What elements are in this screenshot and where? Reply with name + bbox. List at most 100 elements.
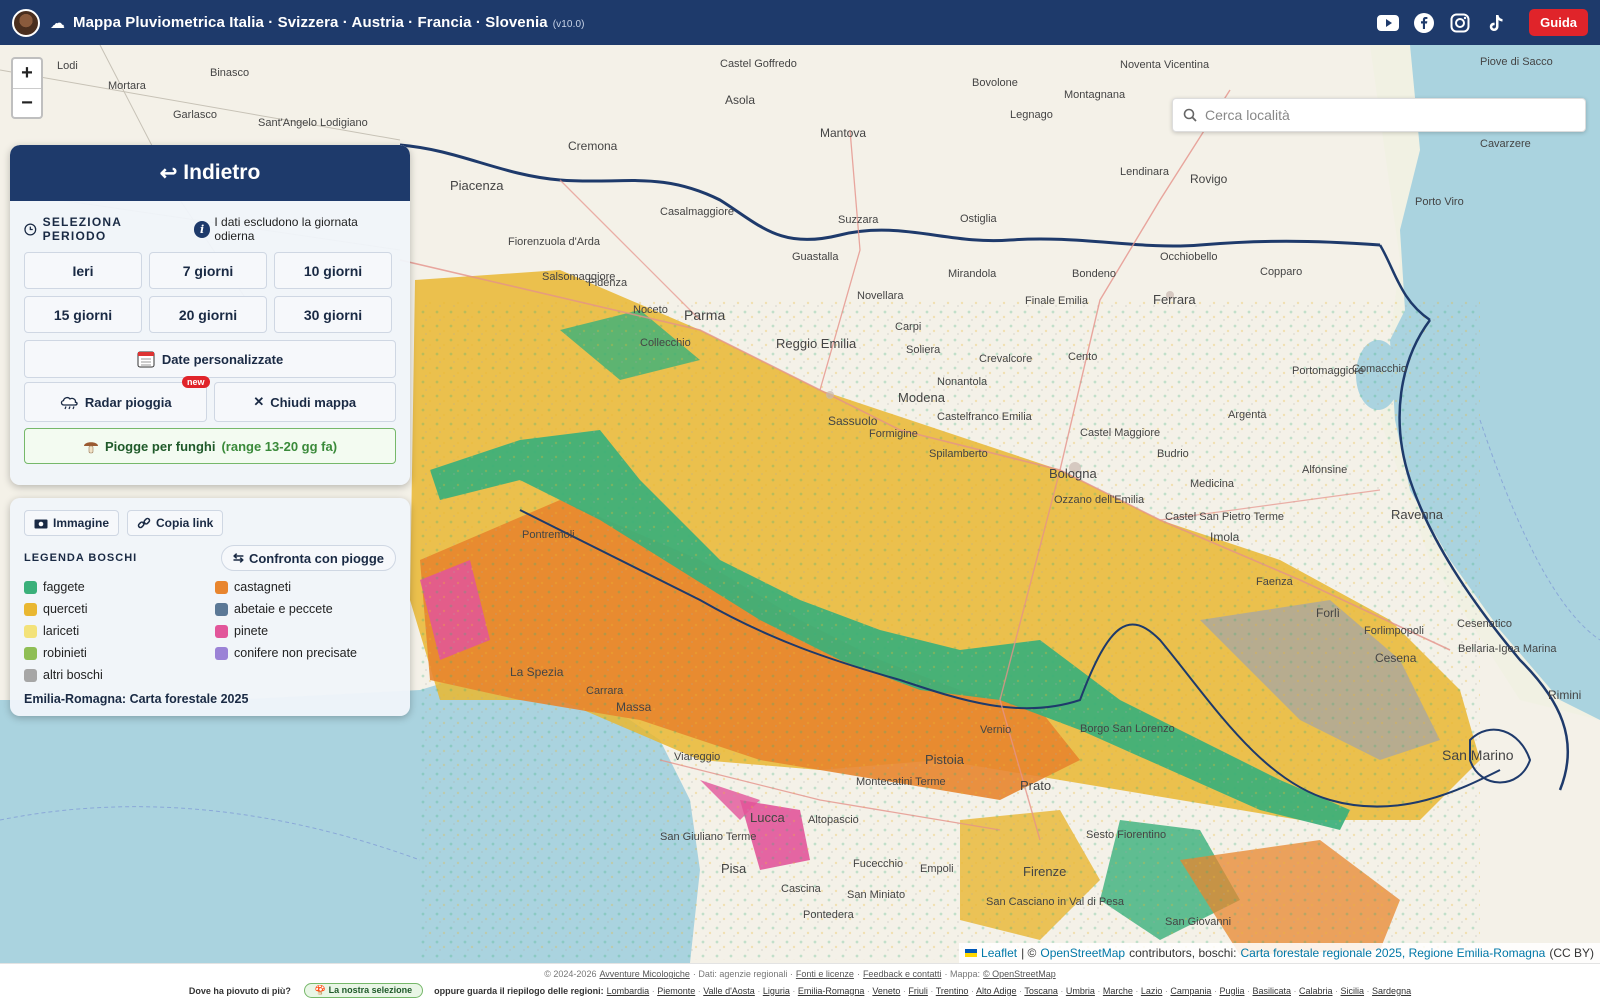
place-label: Reggio Emilia — [776, 336, 857, 351]
separator: · — [789, 985, 798, 996]
mushroom-icon — [83, 442, 98, 454]
region-link[interactable]: Veneto — [872, 986, 900, 996]
osm-footer-link[interactable]: © OpenStreetMap — [983, 969, 1056, 979]
region-link[interactable]: Valle d'Aosta — [703, 986, 755, 996]
period-button-30[interactable]: 30 giorni — [274, 296, 392, 333]
city-marker — [826, 391, 834, 399]
place-label: Cavarzere — [1480, 138, 1531, 150]
period-button-20[interactable]: 20 giorni — [149, 296, 267, 333]
place-label: Alfonsine — [1302, 464, 1347, 476]
calendar-icon — [137, 351, 155, 368]
place-label: Empoli — [920, 863, 954, 875]
period-buttons: Ieri 7 giorni 10 giorni 15 giorni 20 gio… — [10, 252, 410, 333]
region-link[interactable]: Marche — [1103, 986, 1133, 996]
region-link[interactable]: Lombardia — [607, 986, 650, 996]
compare-rain-button[interactable]: ⇆ Confronta con piogge — [221, 545, 396, 571]
search-icon — [1183, 108, 1197, 122]
mushroom-rain-button[interactable]: Piogge per funghi (range 13-20 gg fa) — [24, 428, 396, 464]
avatar[interactable] — [12, 8, 40, 37]
guide-button[interactable]: Guida — [1529, 9, 1588, 36]
place-label: Spilamberto — [929, 448, 988, 460]
place-label: Massa — [616, 700, 652, 714]
youtube-icon[interactable] — [1377, 12, 1400, 34]
place-label: Copparo — [1260, 266, 1302, 278]
zoom-in-button[interactable]: + — [13, 59, 41, 88]
place-label: Altopascio — [808, 814, 859, 826]
place-label: Nonantola — [937, 376, 988, 388]
copy-link-button[interactable]: Copia link — [127, 510, 224, 536]
zoom-out-button[interactable]: − — [13, 88, 41, 117]
separator: · — [1291, 985, 1299, 996]
legend-swatch — [215, 602, 228, 616]
action-row: Radar pioggia new ✕ Chiudi mappa — [24, 376, 396, 422]
place-label: Viareggio — [674, 751, 720, 763]
region-link[interactable]: Sardegna — [1372, 986, 1411, 996]
place-label: Ferrara — [1153, 292, 1196, 307]
back-button[interactable]: ↩ Indietro — [10, 145, 410, 201]
period-button-ieri[interactable]: Ieri — [24, 252, 142, 289]
place-label: Ostiglia — [960, 213, 998, 225]
tiktok-icon[interactable] — [1485, 12, 1507, 34]
osm-link[interactable]: OpenStreetMap — [1040, 946, 1125, 960]
clock-icon — [24, 223, 37, 235]
period-button-10[interactable]: 10 giorni — [274, 252, 392, 289]
search-input[interactable] — [1205, 107, 1565, 123]
period-button-15[interactable]: 15 giorni — [24, 296, 142, 333]
region-link[interactable]: Liguria — [763, 986, 790, 996]
rain-radar-button[interactable]: Radar pioggia new — [24, 376, 210, 422]
region-link[interactable]: Piemonte — [657, 986, 695, 996]
leaflet-link[interactable]: Leaflet — [981, 946, 1017, 960]
legend-panel: Immagine Copia link LEGENDA BOSCHI ⇆ Con… — [10, 498, 410, 716]
region-link[interactable]: Toscana — [1024, 986, 1058, 996]
info-icon[interactable]: i — [193, 220, 211, 238]
place-label: Ravenna — [1391, 507, 1444, 522]
legend-item: robinieti — [24, 645, 215, 661]
region-link[interactable]: Campania — [1170, 986, 1211, 996]
feedback-link[interactable]: Feedback e contatti — [863, 969, 942, 979]
period-title: SELEZIONA PERIODO — [42, 215, 122, 243]
region-link[interactable]: Sicilia — [1341, 986, 1365, 996]
legend-item: abetaie e peccete — [215, 601, 406, 617]
place-label: Salsomaggiore — [542, 271, 615, 283]
fonti-link[interactable]: Fonti e licenze — [796, 969, 854, 979]
place-label: Formigine — [869, 428, 918, 440]
period-panel: ↩ Indietro SELEZIONA PERIODO i I dati es… — [10, 145, 410, 485]
site-link[interactable]: Avventure Micologiche — [599, 969, 689, 979]
place-label: Montagnana — [1064, 89, 1126, 101]
image-button[interactable]: Immagine — [24, 510, 120, 536]
place-label: Parma — [684, 307, 725, 323]
instagram-icon[interactable] — [1449, 12, 1471, 34]
custom-dates-button[interactable]: Date personalizzate — [24, 340, 396, 378]
period-button-7[interactable]: 7 giorni — [149, 252, 267, 289]
separator: · — [927, 985, 936, 996]
place-label: Carrara — [586, 685, 624, 697]
top-right-actions: Guida — [1377, 9, 1588, 36]
legend-swatch — [215, 646, 228, 660]
legend-item: querceti — [24, 601, 215, 617]
legend-swatch — [24, 602, 37, 616]
close-map-button[interactable]: ✕ Chiudi mappa — [213, 382, 396, 422]
carta-forestale-link[interactable]: Carta forestale regionale 2025, Regione … — [1240, 946, 1545, 960]
legend-title: LEGENDA BOSCHI — [24, 552, 138, 564]
region-link[interactable]: Emilia-Romagna — [798, 986, 865, 996]
region-link[interactable]: Trentino — [936, 986, 969, 996]
region-link[interactable]: Lazio — [1141, 986, 1163, 996]
place-label: Argenta — [1228, 409, 1267, 421]
our-selection-button[interactable]: 🍄 La nostra selezione — [303, 983, 424, 998]
place-label: Piove di Sacco — [1480, 56, 1553, 68]
region-link[interactable]: Alto Adige — [976, 986, 1017, 996]
place-label: Legnago — [1010, 109, 1053, 121]
legend-swatch — [24, 646, 37, 660]
footer-or-text: oppure guarda il riepilogo delle regioni… — [434, 985, 604, 996]
region-link[interactable]: Calabria — [1299, 986, 1333, 996]
facebook-icon[interactable] — [1413, 12, 1435, 34]
return-arrow-icon: ↩ — [159, 161, 178, 185]
region-link[interactable]: Umbria — [1066, 986, 1095, 996]
region-link[interactable]: Basilicata — [1252, 986, 1291, 996]
legend-swatch — [24, 668, 37, 682]
place-label: San Marino — [1442, 747, 1514, 763]
place-label: Pontremoli — [522, 529, 575, 541]
region-link[interactable]: Puglia — [1219, 986, 1244, 996]
region-link[interactable]: Friuli — [908, 986, 928, 996]
mushroom-range: (range 13-20 gg fa) — [221, 438, 338, 454]
